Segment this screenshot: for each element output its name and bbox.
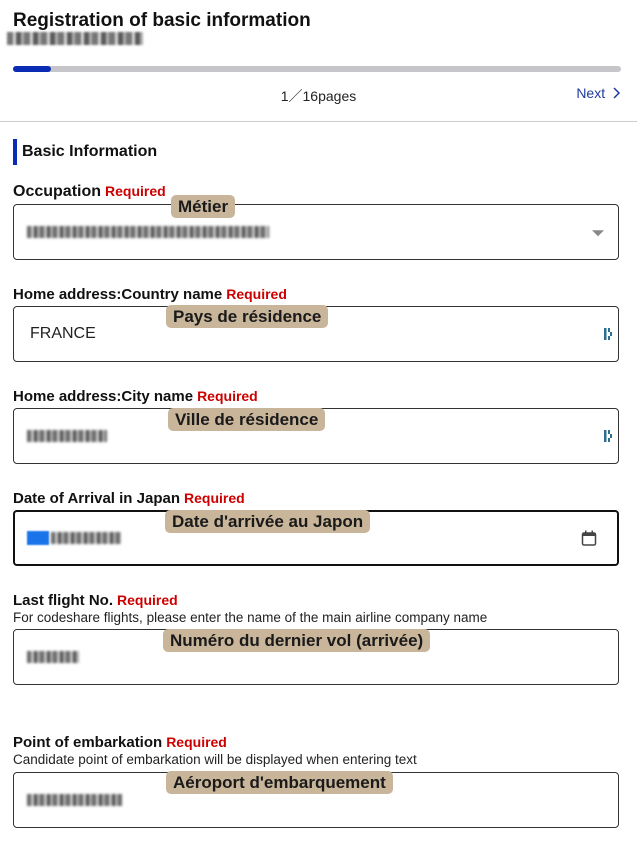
flight-hint: For codeshare flights, please enter the … [13,610,488,625]
city-value-masked [27,430,107,442]
required-badge: Required [105,183,166,199]
required-badge: Required [226,286,287,302]
occupation-select[interactable] [13,204,619,260]
embarkation-value-masked [27,794,122,806]
arrival-date-label: Date of Arrival in Japan Required [13,490,245,507]
dropdown-arrow-icon [592,230,604,237]
flight-value-masked [27,651,79,663]
annotation-country: Pays de résidence [166,305,329,328]
occupation-label: Occupation Required [13,183,166,201]
country-value: FRANCE [30,325,96,342]
next-button[interactable]: Next [576,85,621,101]
progress-fill [13,66,51,72]
chevron-right-icon [613,87,621,99]
embarkation-label-text: Point of embarkation [13,734,163,751]
country-label-text: Home address:Country name [13,286,223,303]
annotation-arrival-date: Date d'arrivée au Japon [165,510,371,533]
embarkation-hint: Candidate point of embarkation will be d… [13,752,417,767]
flight-label: Last flight No. Required [13,592,178,609]
required-badge: Required [117,592,178,608]
section-title: Basic Information [13,139,157,165]
annotation-embarkation: Aéroport d'embarquement [166,771,393,794]
flight-label-text: Last flight No. [13,592,113,609]
date-selected-segment [27,531,49,545]
required-badge: Required [166,734,227,750]
arrival-date-value-masked [51,532,121,544]
city-label-text: Home address:City name [13,388,194,405]
occupation-label-text: Occupation [13,183,102,200]
country-label: Home address:Country name Required [13,286,287,303]
annotation-occupation: Métier [171,195,236,218]
next-label: Next [576,85,606,101]
annotation-flight: Numéro du dernier vol (arrivée) [163,629,431,652]
embarkation-label: Point of embarkation Required [13,734,227,751]
autofill-icon [604,430,612,442]
city-label: Home address:City name Required [13,388,258,405]
progress-bar [13,66,621,72]
autofill-icon [604,328,612,340]
occupation-value-masked [27,226,269,238]
annotation-city: Ville de résidence [168,408,326,431]
arrival-date-label-text: Date of Arrival in Japan [13,490,180,507]
page-title: Registration of basic information [13,10,311,31]
masked-subtitle [7,32,143,45]
calendar-icon[interactable] [581,530,597,547]
page-counter: 1／16pages [280,88,357,104]
required-badge: Required [184,490,245,506]
header-divider [0,121,637,122]
required-badge: Required [197,388,258,404]
